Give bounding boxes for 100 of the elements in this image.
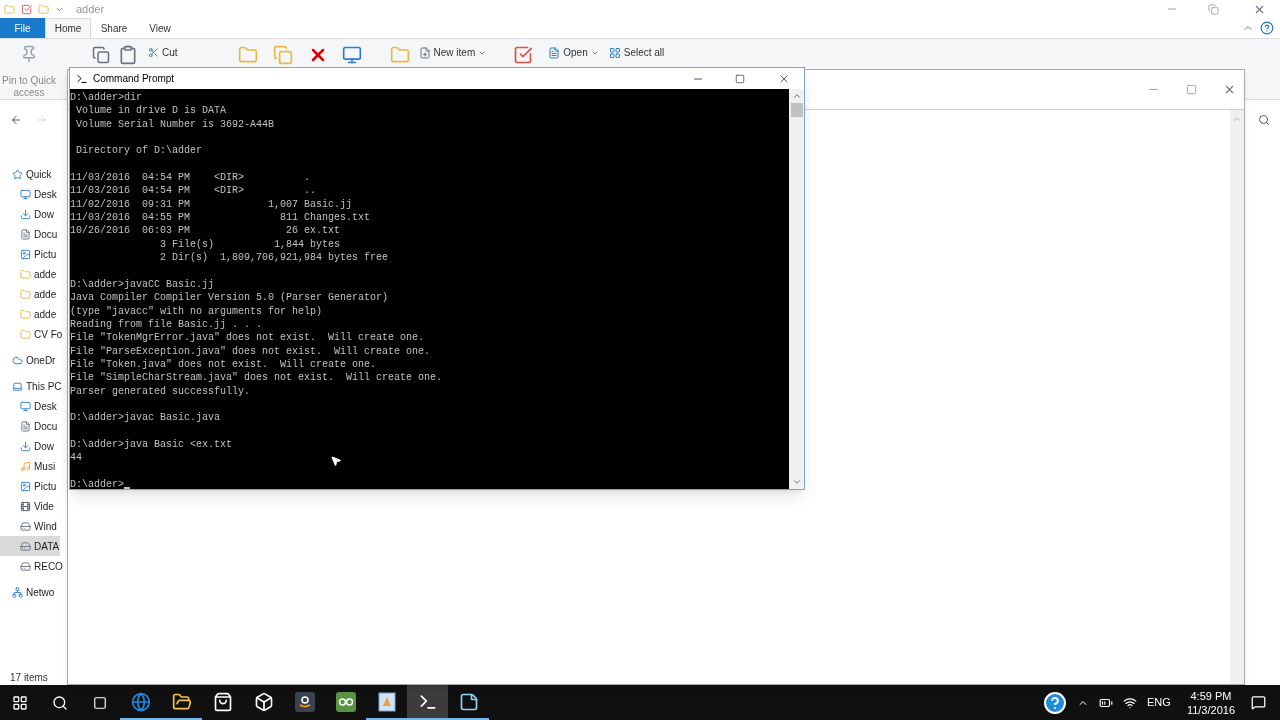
nav-item[interactable]: DATA xyxy=(0,536,61,556)
window-title: adder xyxy=(76,1,105,17)
nav-item[interactable]: Vide xyxy=(0,496,55,516)
scroll-up-icon[interactable] xyxy=(791,91,802,101)
nav-item[interactable]: Netwo xyxy=(0,582,56,602)
ribbon-tab[interactable]: Home xyxy=(45,18,91,38)
video-icon xyxy=(20,500,31,512)
nav-item[interactable]: Docu xyxy=(0,224,59,244)
nav-item[interactable]: This PC xyxy=(0,376,63,396)
cut-button[interactable]: Cut xyxy=(148,45,178,60)
picture-icon xyxy=(20,248,31,260)
console-line: File "Token.java" does not exist. Will create one. xyxy=(70,357,377,372)
music-icon xyxy=(20,460,31,472)
properties-icon[interactable] xyxy=(21,3,32,15)
drive-icon xyxy=(20,560,31,572)
language-indicator[interactable]: ENG xyxy=(1147,694,1171,711)
grid-icon xyxy=(608,46,621,59)
scroll-down-icon[interactable] xyxy=(791,477,802,487)
download-icon xyxy=(20,440,31,452)
scrollbar[interactable] xyxy=(1230,110,1244,684)
star-icon xyxy=(12,168,23,180)
scroll-thumb[interactable] xyxy=(790,103,803,117)
desktop-icon xyxy=(20,188,31,200)
console-line: Volume Serial Number is 3692-A44B xyxy=(75,117,275,132)
folder-icon xyxy=(20,328,31,340)
pc-icon xyxy=(12,380,23,392)
nav-item[interactable]: CV Fo xyxy=(0,324,64,344)
document-icon xyxy=(20,228,31,240)
console-line: 11/02/2016 09:31 PM 1,007 Basic.jj xyxy=(70,197,353,212)
clock[interactable]: 4:59 PM 11/3/2016 xyxy=(1186,688,1235,717)
search-icon xyxy=(52,694,68,711)
pin-icon xyxy=(20,45,38,63)
paste-icon[interactable] xyxy=(118,45,138,65)
maximize-icon[interactable] xyxy=(735,73,745,84)
download-icon xyxy=(20,208,31,220)
new-item-button[interactable]: New item xyxy=(418,45,487,60)
console-line: D:\adder>java Basic <ex.txt xyxy=(70,437,233,452)
nav-item[interactable]: adde xyxy=(0,284,58,304)
console-line: File "ParseException.java" does not exist. Will create one. xyxy=(70,344,431,358)
terminal-icon xyxy=(76,72,88,85)
nav-item[interactable]: Docu xyxy=(0,416,59,436)
taskbar-app[interactable] xyxy=(407,685,448,720)
console-line: Volume in drive D is DATA xyxy=(75,104,227,118)
drive-icon xyxy=(20,540,31,552)
ribbon-tab[interactable]: View xyxy=(137,18,183,38)
nav-item[interactable]: OneDr xyxy=(0,350,57,370)
back-icon[interactable] xyxy=(10,114,22,126)
nav-item[interactable]: Quick xyxy=(0,164,53,184)
console-line: 10/26/2016 06:03 PM 26 ex.txt xyxy=(70,224,341,238)
folder-icon xyxy=(20,308,31,320)
nav-item[interactable]: Desk xyxy=(0,396,58,416)
cloud-icon xyxy=(12,354,23,366)
ribbon-tab[interactable]: File xyxy=(0,18,45,38)
nav-item[interactable]: Dow xyxy=(0,204,55,224)
search-icon[interactable] xyxy=(1258,114,1270,126)
ribbon-tab[interactable]: Share xyxy=(91,18,137,38)
console-line: D:\adder>javac Basic.java xyxy=(70,411,221,425)
console-line: Java Compiler Compiler Version 5.0 (Parser Generator) xyxy=(70,291,389,305)
folder-icon xyxy=(20,288,31,300)
mouse-pointer-icon xyxy=(330,455,342,467)
box-icon xyxy=(253,691,274,712)
close-icon[interactable] xyxy=(1223,83,1236,96)
nav-item[interactable]: Wind xyxy=(0,516,58,536)
wifi-icon[interactable] xyxy=(1123,695,1138,710)
desktop-icon xyxy=(20,400,31,412)
folder-icon xyxy=(4,3,15,15)
note-icon xyxy=(458,691,479,712)
console-prompt: D:\adder> xyxy=(70,477,124,492)
console-line: File "SimpleCharStream.java" does not exist. Will create one. xyxy=(70,371,443,385)
rename-icon[interactable] xyxy=(340,45,363,65)
nav-item[interactable]: RECO xyxy=(0,556,64,576)
console-line: 2 Dir(s) 1,809,706,921,984 bytes free xyxy=(159,251,389,265)
picture-icon xyxy=(20,480,31,492)
nav-item[interactable]: Pictu xyxy=(0,244,58,264)
nav-item[interactable]: Musi xyxy=(0,456,57,476)
copy-icon[interactable] xyxy=(92,45,110,65)
folder-icon xyxy=(171,691,192,712)
scrollbar[interactable] xyxy=(789,89,804,489)
window-title: Command Prompt xyxy=(93,72,175,86)
notification-icon[interactable] xyxy=(1251,695,1266,710)
nav-item[interactable]: Pictu xyxy=(0,476,58,496)
console-line: 44 xyxy=(70,451,82,465)
document-icon xyxy=(20,420,31,432)
console-line: D:\adder>dir xyxy=(70,91,142,105)
nav-item[interactable]: adde xyxy=(0,304,58,324)
console-line: 3 File(s) 1,844 bytes xyxy=(159,237,341,252)
select-all-button[interactable]: Select all xyxy=(608,45,665,60)
console-line: (type "javacc" with no arguments for help) xyxy=(70,304,323,318)
nav-item[interactable]: Dow xyxy=(0,436,55,456)
nav-item[interactable]: Desk xyxy=(0,184,58,204)
scissors-icon xyxy=(148,47,159,58)
nav-item[interactable]: adde xyxy=(0,264,58,284)
drive-icon xyxy=(20,520,31,532)
properties-icon[interactable] xyxy=(512,45,535,65)
pin-button[interactable]: Pin to Quick access xyxy=(0,45,58,99)
viewer-app-icon xyxy=(377,691,396,712)
status-text: 17 items xyxy=(10,670,48,685)
open-button[interactable]: Open xyxy=(548,45,599,60)
globe-icon xyxy=(130,691,151,712)
text-cursor xyxy=(124,487,130,490)
